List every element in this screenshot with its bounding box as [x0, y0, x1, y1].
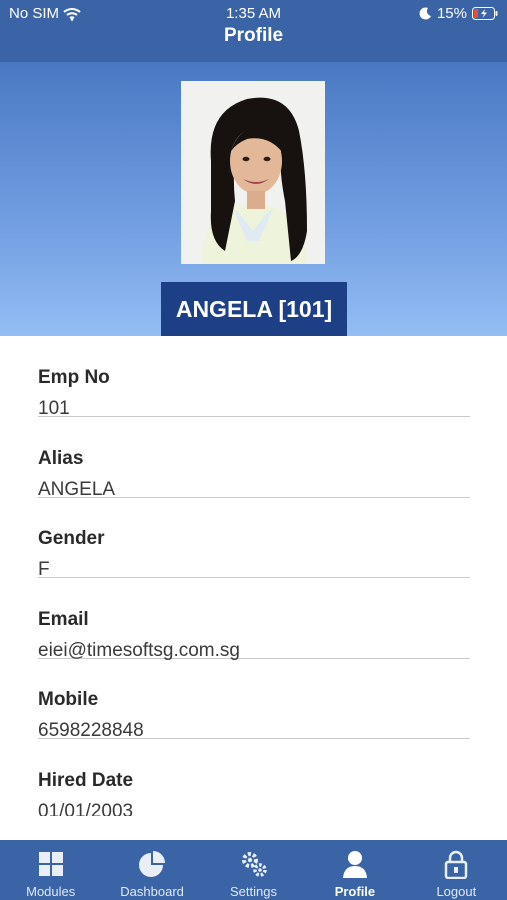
battery-charging-icon: [472, 7, 498, 20]
field-hired-date: Hired Date 01/01/2003: [38, 739, 470, 816]
tab-label: Modules: [26, 884, 76, 899]
field-value: 01/01/2003: [38, 801, 134, 816]
grid-icon: [38, 852, 63, 876]
tab-label: Dashboard: [120, 884, 184, 899]
status-right: 15%: [419, 5, 498, 22]
page-title: Profile: [223, 25, 284, 46]
tab-bar: Modules Dashboard Settings Profile Logou…: [0, 840, 507, 900]
lock-icon: [445, 850, 468, 879]
field-label: Alias: [38, 448, 84, 469]
field-label: Gender: [38, 528, 105, 549]
field-gender: Gender F: [38, 497, 470, 580]
profile-photo: [181, 81, 325, 264]
field-mobile: Mobile 6598228848: [38, 658, 470, 741]
tab-label: Profile: [334, 884, 376, 899]
status-bar: No SIM 1:35 AM 15% Profile: [0, 0, 507, 62]
employee-name-badge: ANGELA [101]: [161, 282, 347, 336]
field-email: Email eiei@timesoftsg.com.sg: [38, 578, 470, 661]
field-alias: Alias ANGELA: [38, 417, 470, 500]
moon-icon: [419, 7, 431, 20]
field-label: Emp No: [38, 367, 110, 388]
field-label: Mobile: [38, 689, 99, 710]
tab-label: Logout: [436, 884, 477, 899]
battery-percent: 15%: [436, 5, 467, 22]
tab-modules[interactable]: Modules: [0, 840, 101, 900]
profile-header: ANGELA [101]: [0, 62, 507, 336]
tab-profile[interactable]: Profile: [304, 840, 405, 900]
field-label: Email: [38, 609, 89, 630]
tab-logout[interactable]: Logout: [406, 840, 507, 900]
profile-details: Emp No 101 Alias ANGELA Gender F Email e…: [0, 336, 507, 816]
pie-chart-icon: [139, 851, 166, 877]
person-icon: [342, 851, 367, 878]
tab-dashboard[interactable]: Dashboard: [101, 840, 202, 900]
gears-icon: [241, 852, 267, 877]
field-label: Hired Date: [38, 770, 134, 791]
tab-settings[interactable]: Settings: [203, 840, 304, 900]
field-emp-no: Emp No 101: [38, 336, 470, 419]
tab-label: Settings: [230, 884, 277, 899]
